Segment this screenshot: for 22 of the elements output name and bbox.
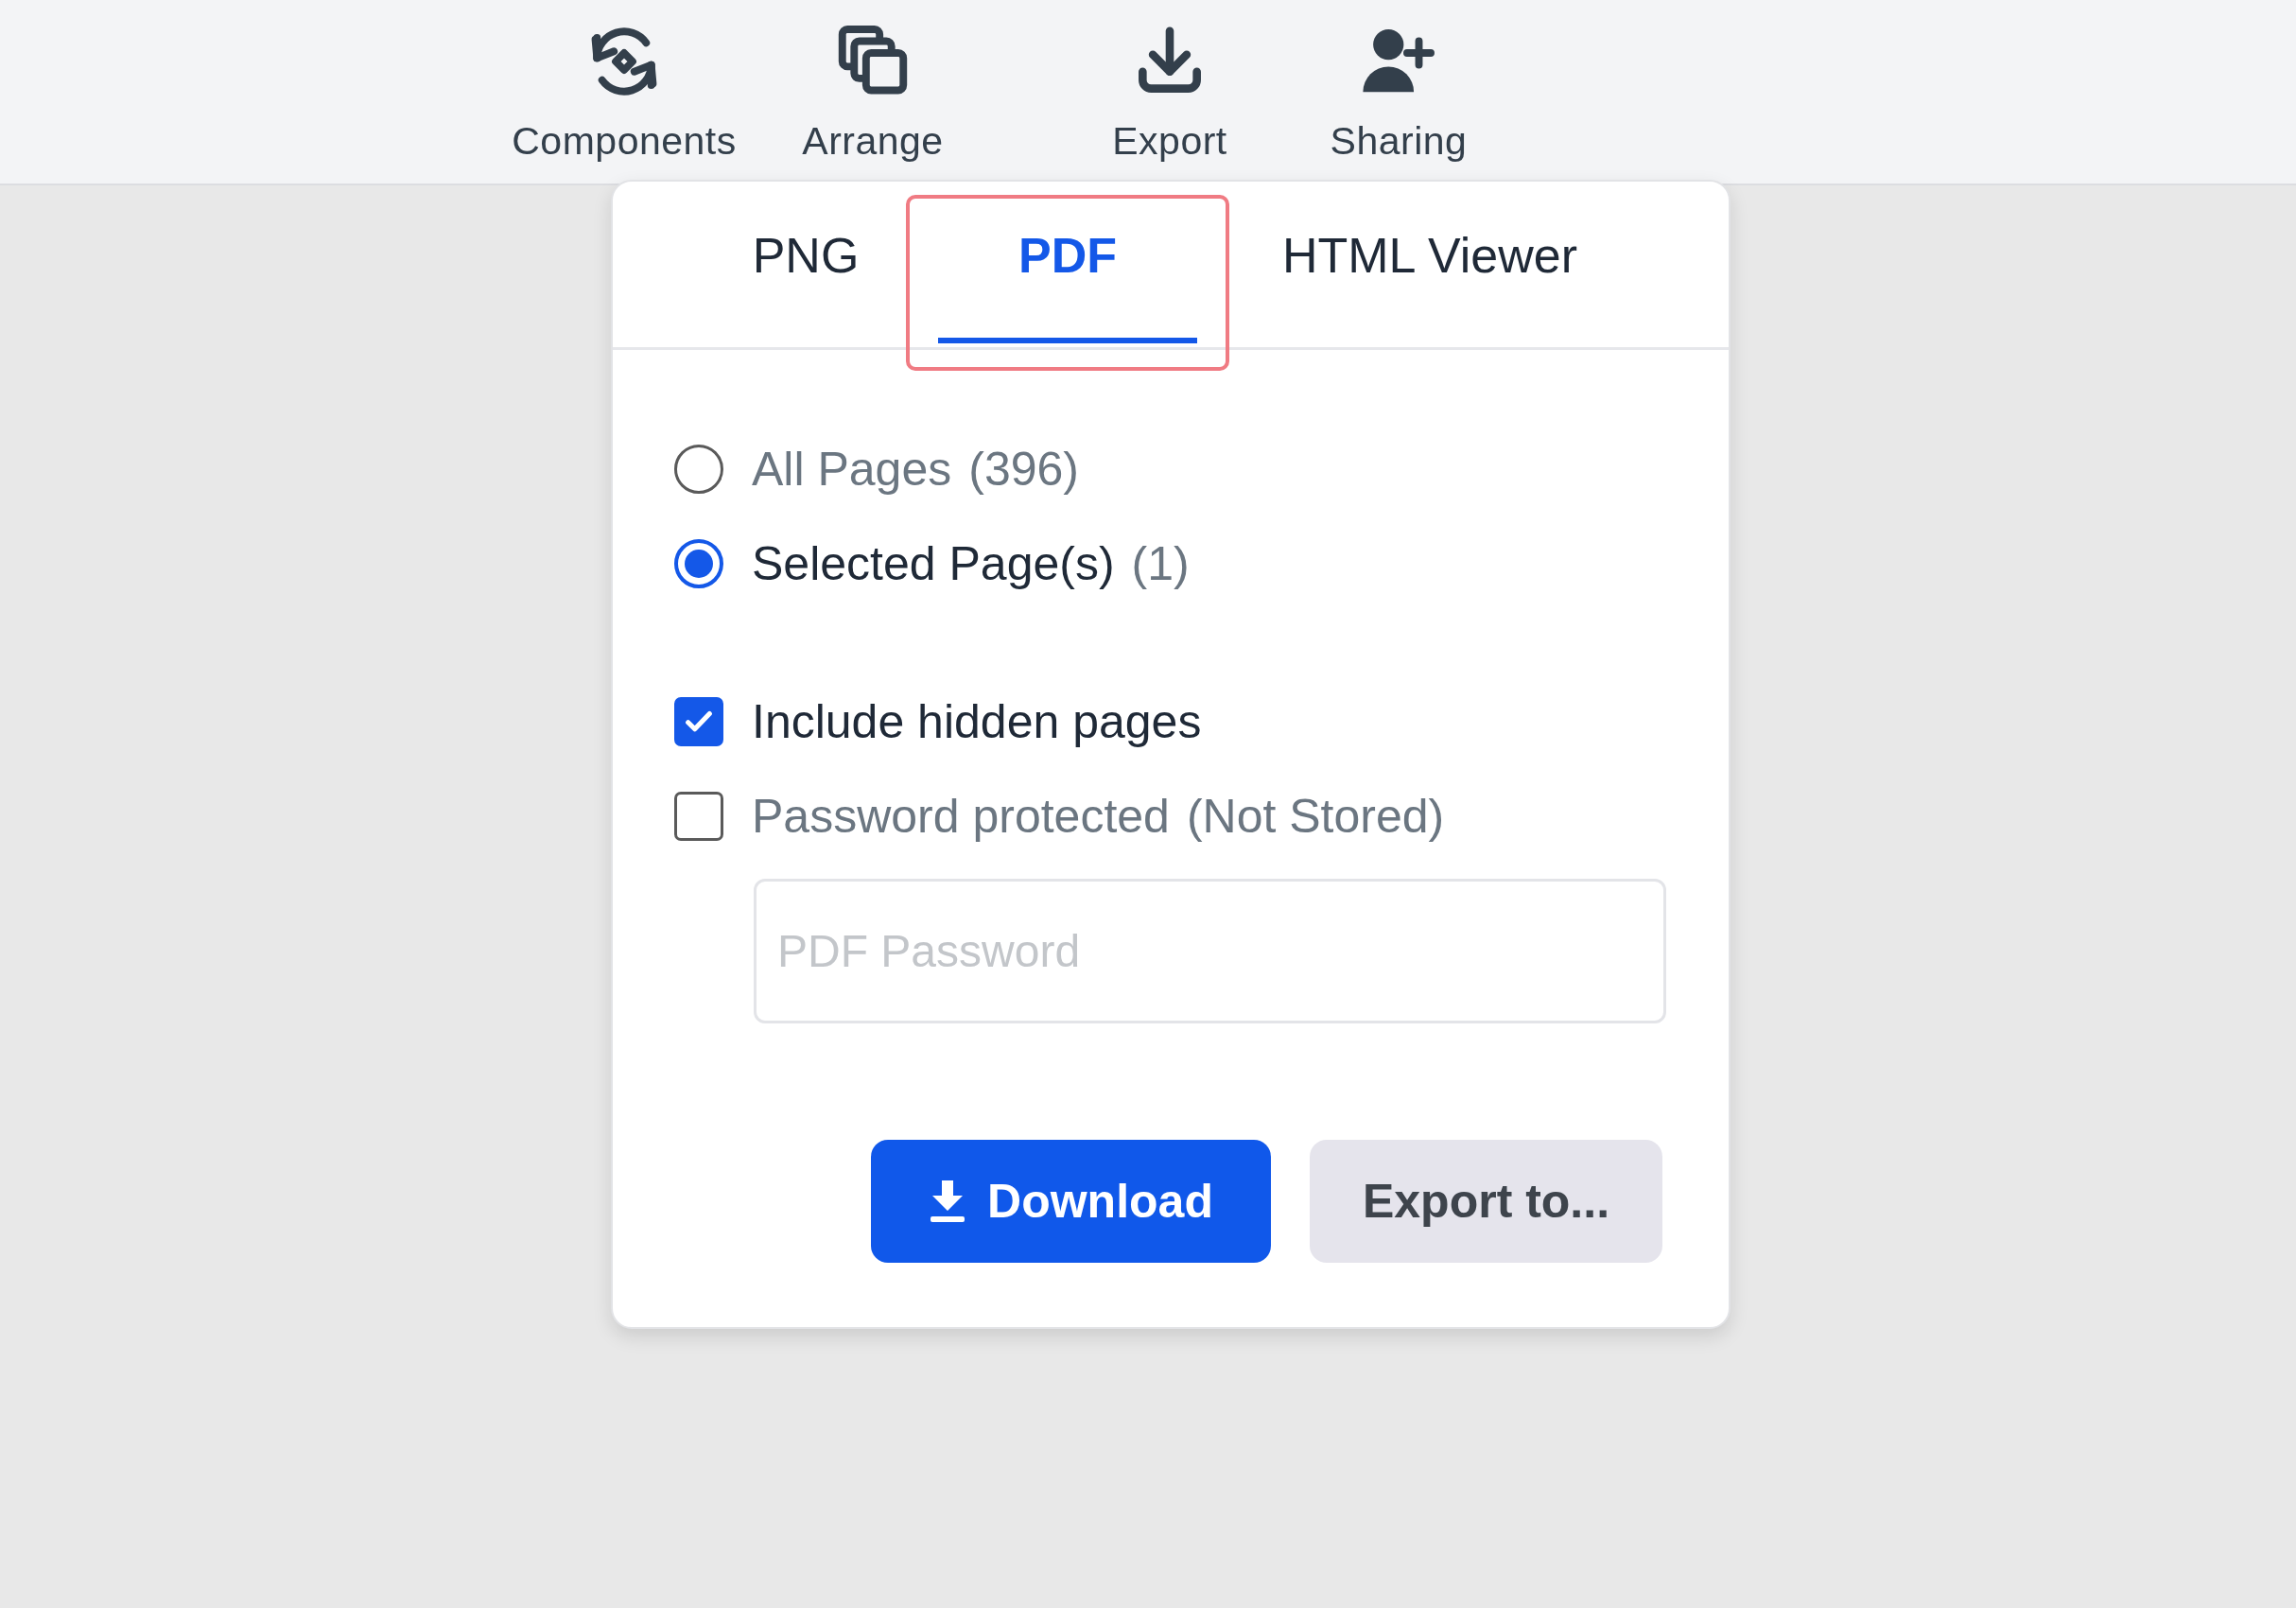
format-tab[interactable]: PDF [906,195,1229,371]
page-count: (396) [968,442,1079,497]
radio-button[interactable] [674,445,723,494]
option-label[interactable]: Selected Page(s) [752,536,1115,591]
toolbar-button[interactable]: Export [1112,119,1227,164]
export-button[interactable]: Export to... [1310,1140,1662,1263]
option-label[interactable]: Password protected [752,789,1170,844]
toolbar-button[interactable]: Components [512,119,737,164]
checkbox[interactable] [674,697,723,746]
option-label[interactable]: All Pages [752,442,952,497]
page-count: (1) [1131,536,1190,591]
format-tab[interactable]: HTML Viewer [1235,195,1625,371]
download-button[interactable]: Download [871,1140,1271,1263]
toolbar-button[interactable]: Arrange [802,119,944,164]
option-label[interactable]: Include hidden pages [752,694,1202,749]
download-icon [929,1180,967,1222]
toolbar-button[interactable]: Sharing [1330,119,1468,164]
password-field[interactable]: PDF Password [754,879,1666,1023]
option-note: (Not Stored) [1186,789,1445,844]
radio-button[interactable] [674,539,723,588]
checkbox[interactable] [674,792,723,841]
format-tab[interactable]: PNG [711,195,900,371]
